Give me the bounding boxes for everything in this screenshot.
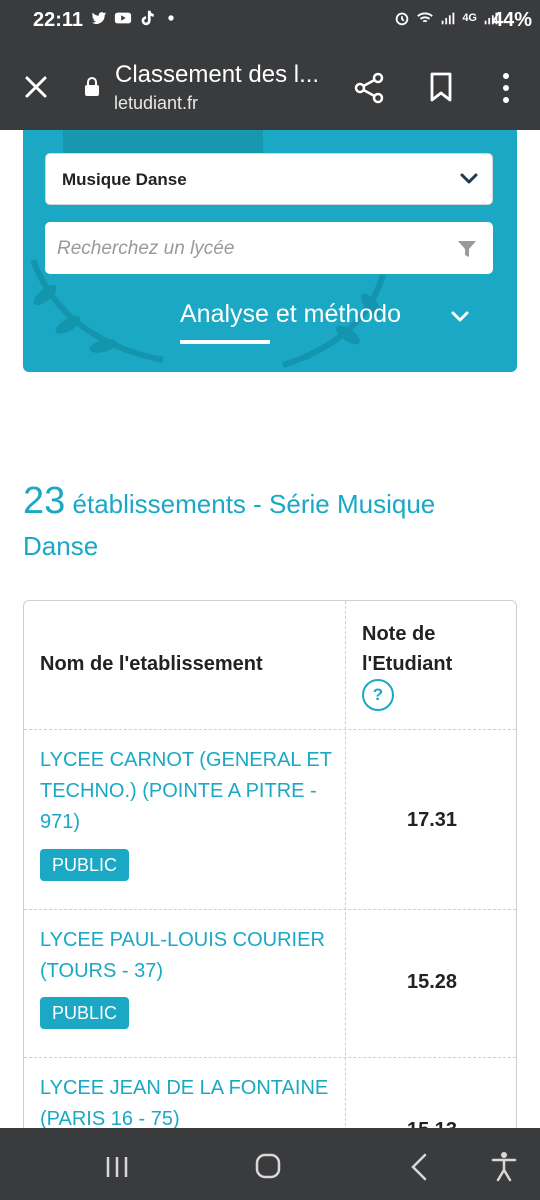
recents-icon[interactable]	[104, 1155, 130, 1179]
close-icon[interactable]	[20, 71, 52, 103]
column-divider	[345, 601, 346, 1161]
page-url[interactable]: letudiant.fr	[114, 93, 198, 114]
battery-level: 44%	[491, 9, 532, 31]
more-icon[interactable]	[496, 71, 516, 105]
row-2-name[interactable]: LYCEE PAUL-LOUIS COURIER (TOURS - 37)	[40, 925, 340, 987]
row-divider	[24, 1057, 516, 1058]
column-header-note: Note de l'Etudiant	[362, 623, 453, 675]
row-1-badge: PUBLIC	[40, 849, 130, 881]
row-2-badge: PUBLIC	[40, 997, 130, 1029]
share-icon[interactable]	[352, 71, 386, 105]
home-icon[interactable]	[255, 1153, 281, 1179]
bookmark-icon[interactable]	[428, 71, 454, 103]
search-input[interactable]	[55, 232, 449, 266]
system-icons: 4G	[393, 9, 500, 27]
tiktok-icon	[141, 10, 154, 26]
serie-select-value: Musique Danse	[62, 170, 187, 189]
status-bar: 22:11 4G 44%	[0, 0, 540, 44]
twitter-icon	[91, 12, 107, 24]
wifi-icon	[417, 12, 434, 23]
chevron-down-icon[interactable]	[451, 310, 469, 323]
row-3-name[interactable]: LYCEE JEAN DE LA FONTAINE (PARIS 16 - 75…	[40, 1073, 340, 1135]
signal-icon	[442, 12, 455, 25]
row-1-score: 17.31	[406, 809, 458, 831]
search-field	[45, 222, 493, 274]
row-divider	[24, 729, 516, 730]
alarm-icon	[396, 12, 409, 26]
lock-icon	[85, 77, 99, 96]
page-title: Classement des l...	[115, 61, 320, 88]
system-navigation-bar	[0, 1128, 540, 1200]
browser-toolbar: Classement des l... letudiant.fr	[0, 44, 540, 130]
status-time: 22:11	[33, 9, 84, 31]
row-divider	[24, 909, 516, 910]
column-header-name: Nom de l'etablissement	[40, 653, 263, 675]
ranking-table: Nom de l'etablissement Note de l'Etudian…	[23, 600, 517, 1161]
row-1-name[interactable]: LYCEE CARNOT (GENERAL ET TECHNO.) (POINT…	[40, 745, 340, 838]
results-label: établissements - Série Musique Danse	[23, 489, 436, 561]
tab-analyse-methodo[interactable]: Analyse et méthodo	[180, 300, 401, 329]
notification-icons	[90, 9, 180, 27]
network-type: 4G	[462, 12, 477, 24]
help-icon[interactable]: ?	[362, 679, 394, 711]
filter-panel: Musique Danse Analyse et méthodo	[23, 130, 517, 372]
back-icon[interactable]	[410, 1153, 428, 1181]
filter-icon[interactable]	[457, 239, 477, 259]
serie-select[interactable]: Musique Danse	[45, 153, 493, 205]
row-2-score: 15.28	[406, 971, 458, 993]
tab-underline	[180, 340, 270, 344]
results-heading: 23 établissements - Série Musique Danse	[23, 480, 503, 567]
youtube-icon	[114, 12, 132, 24]
dot-icon	[168, 15, 174, 21]
accessibility-icon[interactable]	[490, 1150, 518, 1182]
chevron-down-icon	[460, 173, 478, 184]
results-count: 23	[23, 480, 66, 522]
